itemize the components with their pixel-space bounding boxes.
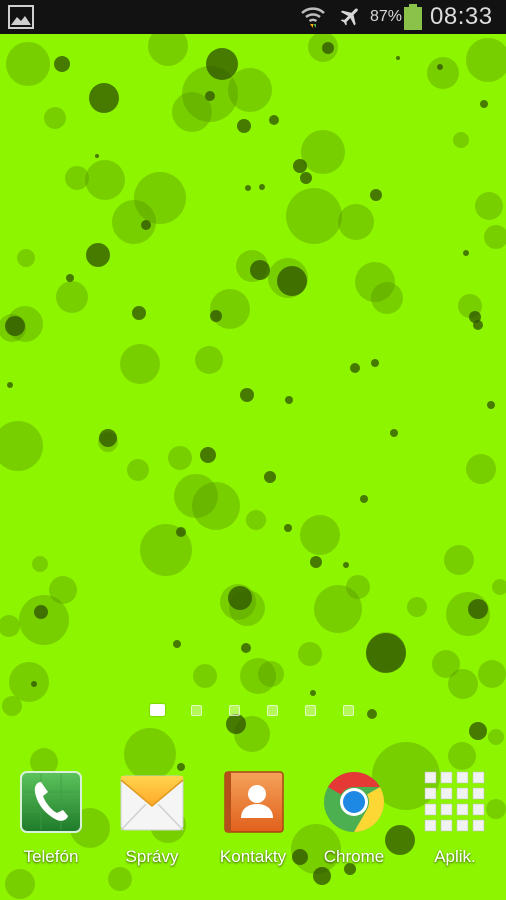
dock-item-chrome[interactable]: Chrome [304,765,404,875]
wifi-icon [301,7,325,28]
clock: 08:33 [430,3,493,30]
airplane-mode-icon [340,8,358,26]
dock-label-phone: Telefón [23,847,79,866]
dock-label-apps: Aplik. [434,847,476,866]
dock-item-messages[interactable]: Správy [102,765,202,875]
status-bar[interactable]: 87% 08:33 [0,0,506,34]
page-dot-4[interactable] [267,705,278,716]
dock-label-contacts: Kontakty [219,847,287,866]
dock-label-chrome: Chrome [323,847,385,866]
chrome-icon [324,772,385,832]
battery-icon [404,4,422,30]
dock: Telefón Správy Kontakty Chrome Aplik. [0,765,506,875]
gallery-notification-icon [8,5,34,29]
battery-percent: 87% [370,8,403,25]
dock-item-contacts[interactable]: Kontakty [203,765,303,875]
page-dot-6[interactable] [343,705,354,716]
phone-icon [20,771,82,833]
page-dot-2[interactable] [191,705,202,716]
page-dot-1[interactable] [150,704,165,716]
page-indicator[interactable] [150,703,360,717]
messages-icon [120,775,184,831]
page-dot-5[interactable] [305,705,316,716]
dock-item-apps[interactable]: Aplik. [405,765,505,875]
apps-grid-icon [424,771,485,832]
contacts-icon [224,771,284,833]
dock-item-phone[interactable]: Telefón [1,765,101,875]
page-dot-3[interactable] [229,705,240,716]
dock-label-messages: Správy [125,847,179,866]
